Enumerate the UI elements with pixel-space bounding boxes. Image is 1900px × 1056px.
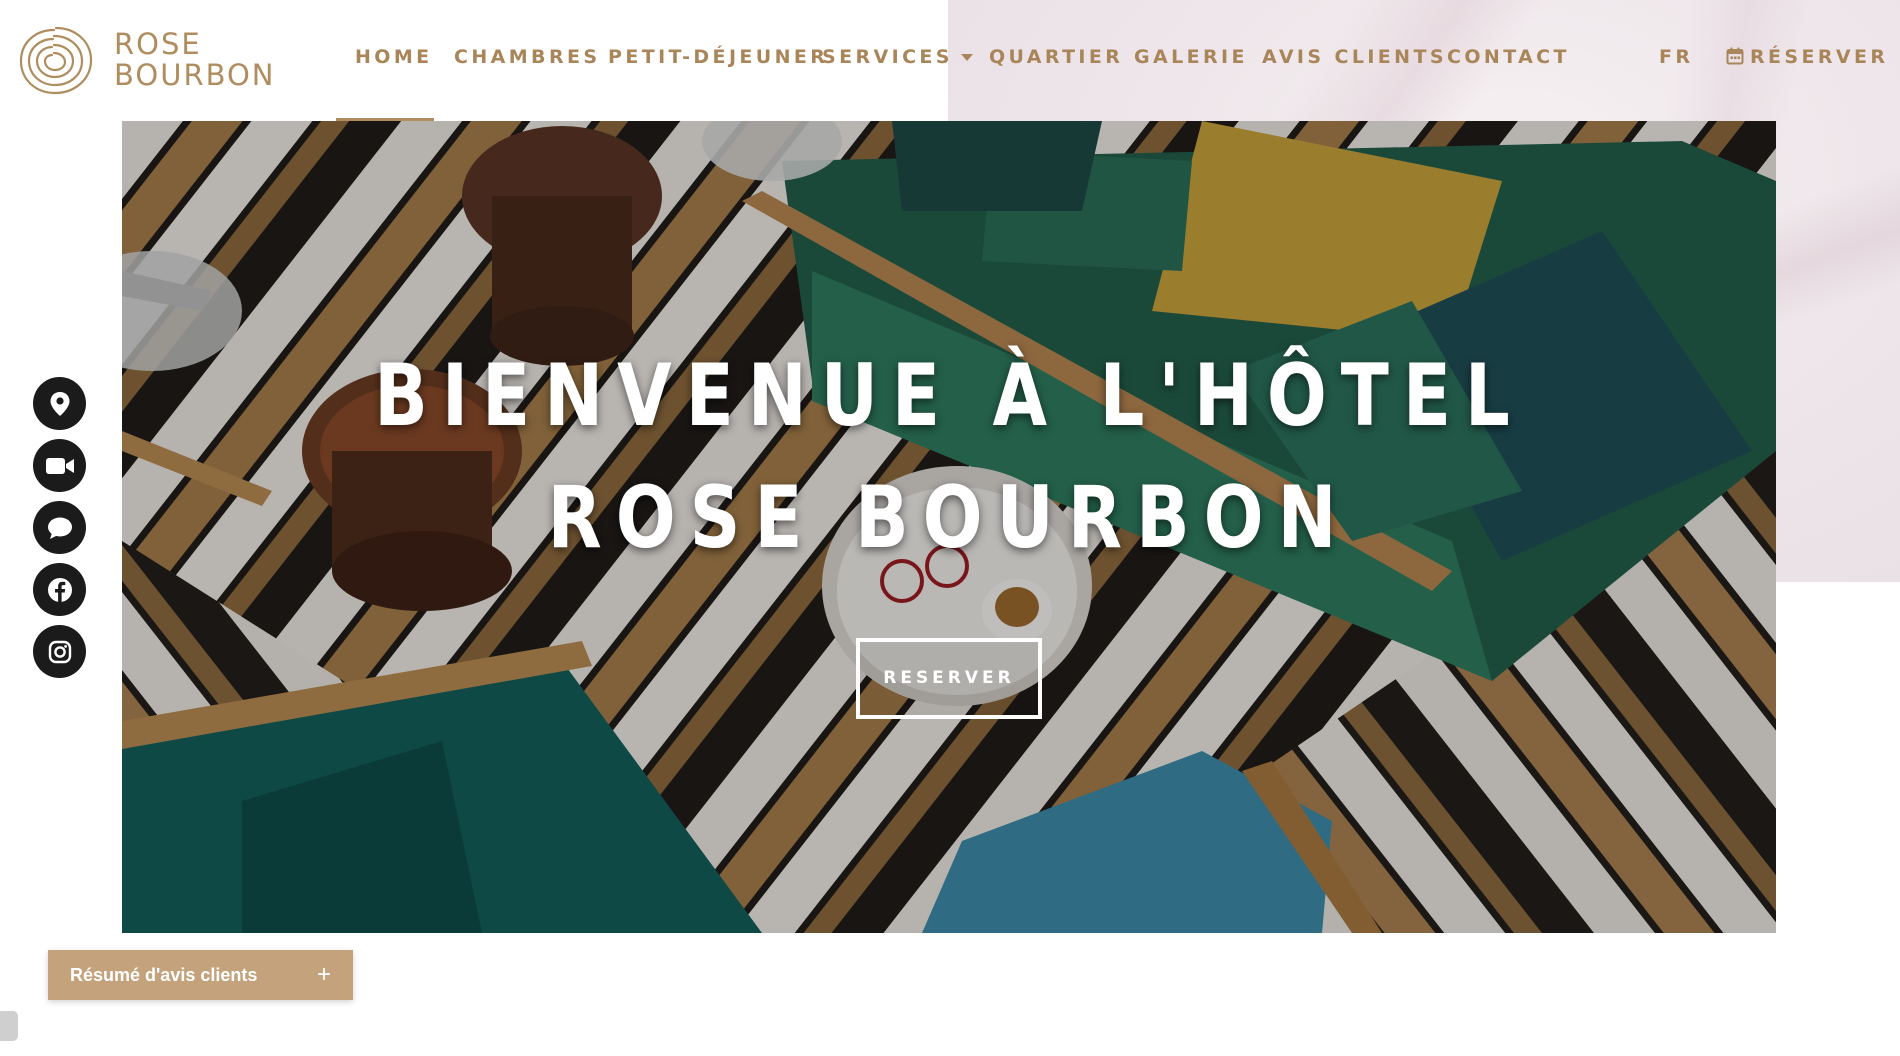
site-header: ROSE BOURBON HOME CHAMBRES PETIT-DÉJEUNE… bbox=[0, 0, 1900, 121]
instagram-icon[interactable] bbox=[33, 625, 86, 678]
review-summary-label: Résumé d'avis clients bbox=[70, 964, 258, 985]
reserve-nav-link[interactable]: RÉSERVER bbox=[1726, 46, 1888, 68]
page: ROSE BOURBON HOME CHAMBRES PETIT-DÉJEUNE… bbox=[0, 0, 1900, 1056]
hero-banner: BIENVENUE À L'HÔTEL ROSE BOURBON RESERVE… bbox=[122, 121, 1776, 933]
location-pin-icon[interactable] bbox=[33, 377, 86, 430]
logo[interactable]: ROSE BOURBON bbox=[18, 24, 276, 96]
nav-item-contact[interactable]: CONTACT bbox=[1447, 46, 1570, 68]
hero-title-line-1: BIENVENUE À L'HÔTEL bbox=[374, 346, 1524, 446]
facebook-icon[interactable] bbox=[33, 563, 86, 616]
nav-item-galerie[interactable]: GALERIE bbox=[1134, 46, 1248, 68]
social-icon-bar bbox=[33, 377, 86, 687]
plus-icon[interactable]: + bbox=[317, 961, 331, 989]
hero-reserve-button[interactable]: RESERVER bbox=[856, 638, 1042, 719]
logo-wordmark: ROSE BOURBON bbox=[114, 29, 276, 91]
nav-item-avis-clients[interactable]: AVIS CLIENTS bbox=[1262, 46, 1447, 68]
calendar-icon bbox=[1726, 47, 1744, 65]
language-switcher[interactable]: FR bbox=[1659, 46, 1693, 68]
logo-line-1: ROSE bbox=[114, 27, 202, 61]
nav-item-services[interactable]: SERVICES bbox=[822, 46, 973, 68]
nav-item-quartier[interactable]: QUARTIER bbox=[989, 46, 1123, 68]
logo-line-2: BOURBON bbox=[114, 58, 276, 92]
nav-item-petit-dejeuner[interactable]: PETIT-DÉJEUNER bbox=[608, 46, 828, 68]
chevron-down-icon bbox=[960, 54, 973, 61]
review-summary-widget[interactable]: Résumé d'avis clients + bbox=[48, 950, 353, 1000]
accessibility-tab[interactable] bbox=[0, 1011, 18, 1041]
nav-item-services-label: SERVICES bbox=[822, 46, 953, 68]
nav-item-chambres[interactable]: CHAMBRES bbox=[454, 46, 600, 68]
logo-spiral-icon bbox=[19, 26, 93, 95]
hero-title-line-2: ROSE BOURBON bbox=[547, 468, 1351, 568]
chat-bubble-icon[interactable] bbox=[33, 501, 86, 554]
video-camera-icon[interactable] bbox=[33, 439, 86, 492]
reserve-nav-label: RÉSERVER bbox=[1750, 46, 1889, 68]
nav-item-home[interactable]: HOME bbox=[355, 46, 433, 68]
